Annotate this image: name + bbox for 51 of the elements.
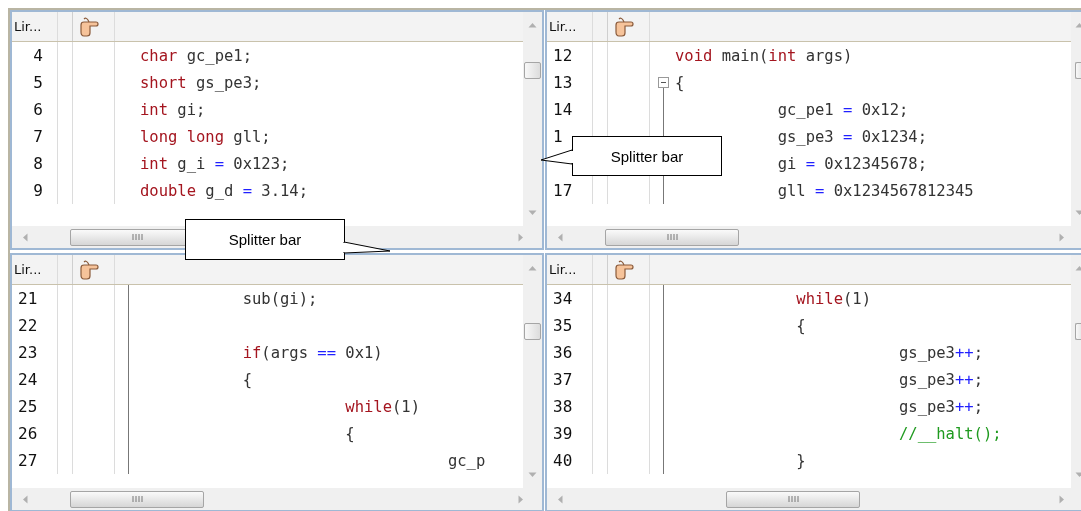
- line-number: 24: [18, 370, 38, 389]
- code-line: short gs_pe3;: [140, 73, 262, 92]
- code-line: int gi;: [140, 100, 206, 119]
- code-line: gs_pe3++;: [897, 397, 983, 416]
- callout-tooltip: Splitter bar: [572, 136, 722, 176]
- code-line: if(args == 0x1): [241, 343, 383, 362]
- line-number: 6: [33, 100, 43, 119]
- line-number: 5: [33, 73, 43, 92]
- line-number: 9: [33, 181, 43, 200]
- code-line: gs_pe3 = 0x1234;: [776, 127, 927, 146]
- code-line: char gc_pe1;: [140, 46, 252, 65]
- line-number: 36: [553, 343, 573, 362]
- line-number: 21: [18, 289, 38, 308]
- code-line: //__halt();: [897, 424, 1002, 443]
- callout-tooltip: Splitter bar: [185, 219, 345, 260]
- line-number: 27: [18, 451, 38, 470]
- line-number: 12: [553, 46, 573, 65]
- line-number: 37: [553, 370, 573, 389]
- code-line: gs_pe3++;: [897, 370, 983, 389]
- code-line: double g_d = 3.14;: [140, 181, 308, 200]
- line-number: 1: [553, 127, 563, 146]
- line-number: 35: [553, 316, 573, 335]
- code-line: gc_p: [446, 451, 486, 470]
- line-number: 34: [553, 289, 573, 308]
- line-number: 8: [33, 154, 43, 173]
- code-line: sub(gi);: [241, 289, 318, 308]
- code-line: while(1): [344, 397, 420, 416]
- line-number: 39: [553, 424, 573, 443]
- line-number: 40: [553, 451, 573, 470]
- code-line: gs_pe3++;: [897, 343, 983, 362]
- code-line: while(1): [795, 289, 871, 308]
- line-number: 38: [553, 397, 573, 416]
- line-number: 14: [553, 100, 573, 119]
- code-line: gc_pe1 = 0x12;: [776, 100, 909, 119]
- code-line: {: [675, 73, 685, 92]
- code-line: {: [795, 316, 806, 335]
- code-line: }: [795, 451, 806, 470]
- line-number: 17: [553, 181, 573, 200]
- line-number: 7: [33, 127, 43, 146]
- line-number: 23: [18, 343, 38, 362]
- code-line: void main(int args): [675, 46, 853, 65]
- code-line: {: [344, 424, 355, 443]
- line-number: 4: [33, 46, 43, 65]
- line-number: 13: [553, 73, 573, 92]
- line-number: 26: [18, 424, 38, 443]
- code-line: int g_i = 0x123;: [140, 154, 290, 173]
- line-number: 22: [18, 316, 38, 335]
- line-number: 25: [18, 397, 38, 416]
- code-line: gll = 0x1234567812345: [776, 181, 974, 200]
- code-line: {: [241, 370, 252, 389]
- code-line: long long gll;: [140, 127, 271, 146]
